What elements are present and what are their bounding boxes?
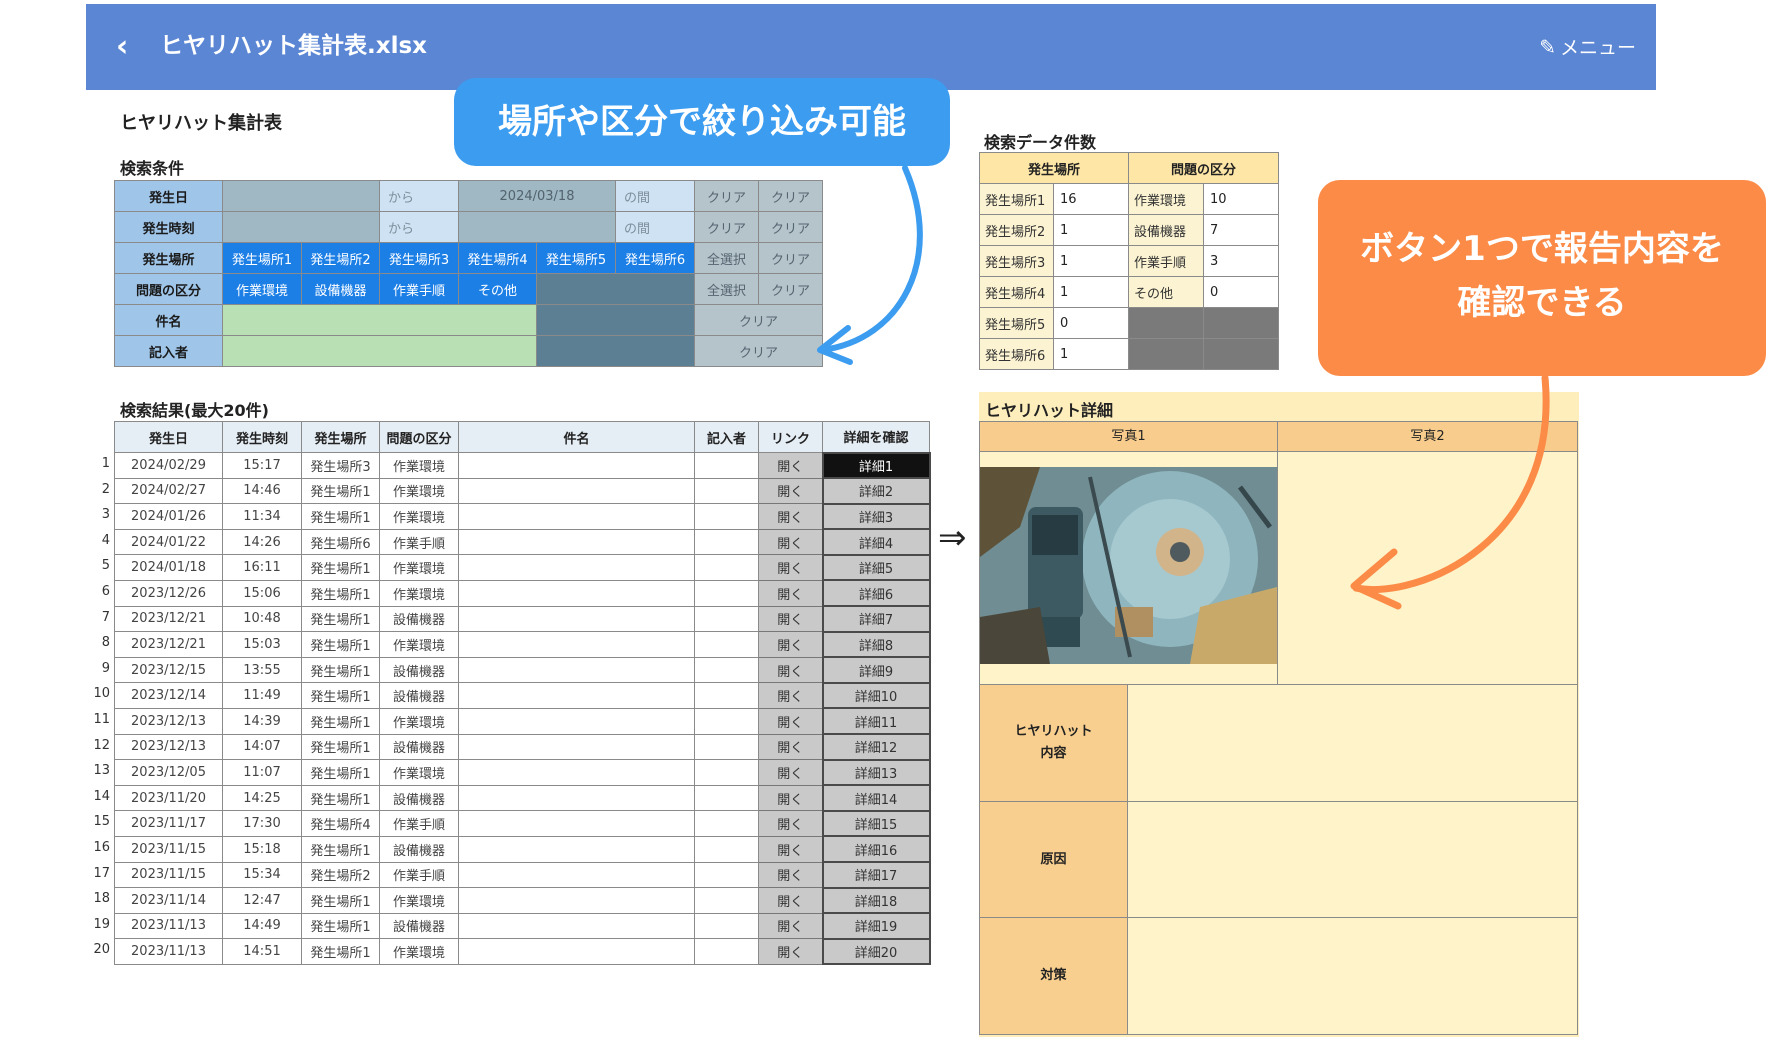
blue-arrow-icon [819, 165, 923, 353]
callout-arrows [817, 165, 1550, 610]
orange-arrowhead-icon [1350, 548, 1402, 610]
